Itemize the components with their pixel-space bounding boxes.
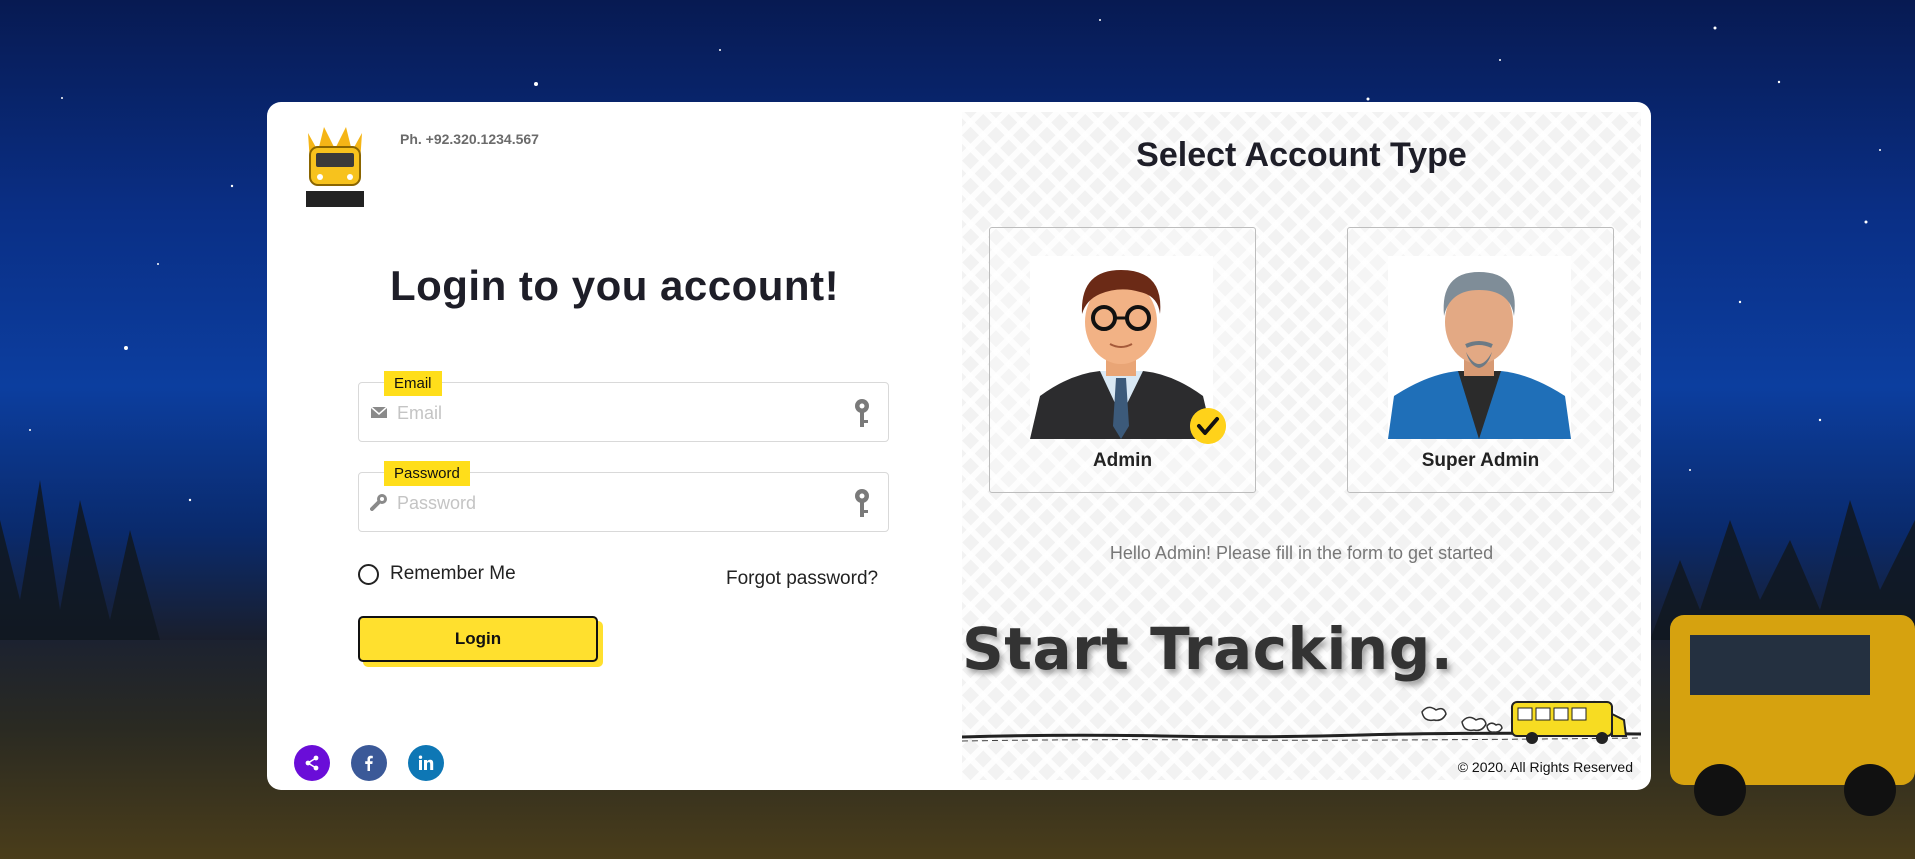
remember-me-checkbox[interactable]: Remember Me [358,563,516,585]
linkedin-icon [418,755,434,770]
linkedin-button[interactable] [408,745,444,781]
account-label-admin: Admin [1092,450,1153,471]
phone-number: Ph. +92.320.1234.567 [400,131,539,147]
login-title: Login to you account! [389,262,840,309]
facebook-icon [365,755,373,771]
share-icon [305,755,319,771]
account-label-super-admin: Super Admin [1421,450,1540,471]
account-type-panel: Select Account Type Admin Super Admin He… [962,112,1641,780]
key-icon [855,489,869,517]
facebook-button[interactable] [351,745,387,781]
super-admin-avatar [1388,256,1571,439]
remember-me-label: Remember Me [390,563,516,584]
password-input[interactable] [397,487,837,519]
email-field: Email [358,371,889,442]
hello-message: Hello Admin! Please fill in the form to … [1109,543,1494,563]
admin-avatar [1030,256,1213,439]
envelope-icon [370,406,388,418]
share-button[interactable] [294,745,330,781]
school-bus-image [1670,615,1915,816]
selected-check-icon [1190,408,1226,444]
email-label: Email [384,371,442,396]
login-button[interactable]: Login [358,616,598,662]
remember-me-radio[interactable] [358,563,379,585]
busx-logo [306,127,364,207]
account-card-super-admin[interactable]: Super Admin [1347,227,1614,493]
login-panel: Ph. +92.320.1234.567 Login to you accoun… [267,102,962,790]
email-input[interactable] [397,397,837,429]
wrench-icon [370,494,387,511]
forgot-password-link[interactable]: Forgot password? [726,568,878,590]
account-card-admin[interactable]: Admin [989,227,1256,493]
password-label: Password [384,461,470,486]
login-button-wrapper: Login [358,616,603,667]
start-tracking-tagline: Start Tracking. [962,615,1454,683]
login-card: Ph. +92.320.1234.567 Login to you accoun… [267,102,1651,790]
copyright-text: © 2020. All Rights Reserved [1457,759,1633,775]
password-field: Password [358,461,889,532]
key-icon [855,399,869,427]
select-account-title: Select Account Type [1136,136,1467,174]
